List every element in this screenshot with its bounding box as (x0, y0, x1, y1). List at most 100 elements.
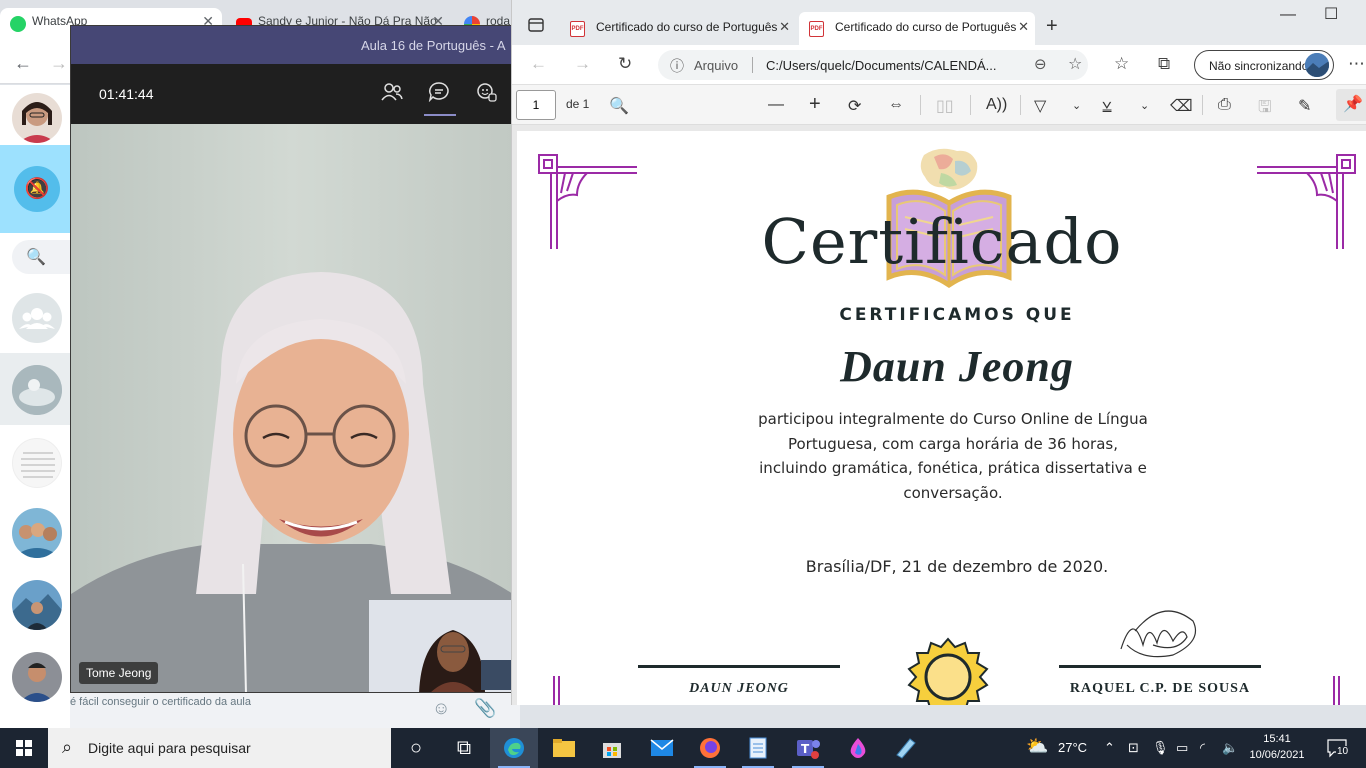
refresh-icon[interactable]: ↻ (618, 54, 632, 74)
zoom-in-icon[interactable]: + (809, 93, 821, 116)
back-arrow-icon[interactable]: ← (530, 54, 547, 74)
page-view-icon[interactable]: ▯▯ (936, 96, 954, 116)
system-clock[interactable]: 15:41 10/06/2021 (1246, 731, 1308, 763)
notifications-banner[interactable]: 🔕 (0, 145, 70, 233)
start-button[interactable] (0, 728, 48, 768)
edge-tab-label: Certificado do curso de Português (835, 20, 1017, 34)
active-tab-indicator (424, 114, 456, 116)
participants-icon[interactable] (381, 82, 403, 108)
pdf-file-icon: PDF (570, 21, 585, 37)
back-arrow-icon[interactable]: ← (14, 53, 32, 74)
chat-avatar[interactable] (12, 580, 62, 630)
notepad-icon[interactable] (734, 728, 782, 768)
highlight-options-chevron-icon[interactable]: ⌄ (1140, 99, 1149, 112)
edge-tab-certificate-2[interactable]: PDF Certificado do curso de Português ✕ (799, 12, 1035, 45)
draw-options-chevron-icon[interactable]: ⌄ (1072, 99, 1081, 112)
signature-image (1120, 610, 1197, 658)
zoom-out-icon[interactable]: — (768, 96, 784, 114)
erase-icon[interactable]: ⌫ (1170, 96, 1193, 116)
emoji-icon[interactable]: ☺ (432, 698, 450, 719)
toolbar-divider (1202, 95, 1203, 115)
highlight-icon[interactable]: ⩣ (1102, 96, 1112, 114)
search-bar[interactable]: 🔍 (12, 240, 70, 274)
chat-avatar[interactable] (12, 652, 62, 702)
chat-avatar[interactable] (12, 438, 62, 488)
draw-icon[interactable]: ▽ (1034, 96, 1046, 116)
teams-icon[interactable]: T (784, 728, 832, 768)
more-options-icon[interactable]: ⋯ (1348, 54, 1365, 74)
meeting-timer: 01:41:44 (99, 86, 154, 102)
find-icon[interactable]: 🔍 (609, 96, 629, 116)
favorites-icon[interactable]: ☆ (1114, 54, 1129, 74)
show-hidden-icons-chevron-icon[interactable]: ⌃ (1104, 740, 1115, 756)
chat-avatar[interactable] (12, 508, 62, 558)
zoom-icon[interactable]: ⊖ (1034, 55, 1047, 73)
forward-arrow-icon[interactable]: → (50, 53, 68, 74)
whatsapp-chat-list: 🔕 🔍 (0, 85, 70, 730)
address-divider (752, 57, 753, 73)
search-icon: 🔍 (26, 249, 46, 266)
edge-taskbar-icon[interactable] (490, 728, 538, 768)
meet-now-icon[interactable]: ⊡ (1128, 740, 1139, 756)
sync-label: Não sincronizando (1209, 59, 1309, 73)
profile-avatar[interactable] (12, 93, 62, 143)
signer-left: DAUN JEONG (689, 681, 789, 696)
paint-3d-icon[interactable] (834, 728, 882, 768)
close-tab-icon[interactable]: ✕ (1018, 19, 1029, 35)
toolbar-divider (920, 95, 921, 115)
save-icon[interactable]: 🖫 (1258, 96, 1272, 123)
clock-time: 15:41 (1263, 733, 1291, 745)
info-icon[interactable]: ⓘ (670, 56, 684, 76)
chat-avatar[interactable] (12, 365, 62, 415)
snipping-tool-icon[interactable] (882, 728, 930, 768)
taskbar-search-placeholder: Digite aqui para pesquisar (88, 740, 251, 756)
battery-icon[interactable]: ▭ (1176, 740, 1188, 756)
read-aloud-icon[interactable]: A)) (986, 96, 1007, 114)
close-tab-icon[interactable]: ✕ (779, 19, 790, 35)
pdf-page: Certificado CERTIFICAMOS QUE Daun Jeong … (517, 131, 1366, 705)
minimize-icon[interactable]: — (1280, 6, 1296, 24)
task-view-icon[interactable]: ⧉ (440, 728, 488, 768)
collections-icon[interactable]: ⧉ (1158, 54, 1170, 74)
microphone-icon[interactable]: 🎙 (1152, 740, 1169, 756)
microsoft-store-icon[interactable] (588, 728, 636, 768)
windows-taskbar: ⌕ Digite aqui para pesquisar ○ ⧉ T ⛅ 27°… (0, 728, 1366, 768)
weather-icon[interactable]: ⛅ (1026, 736, 1048, 757)
profile-sync-button[interactable]: Não sincronizando (1194, 50, 1334, 80)
page-number-input[interactable]: 1 (516, 90, 556, 120)
maximize-icon[interactable]: ☐ (1324, 4, 1338, 24)
pin-toolbar-icon[interactable]: 📌 (1336, 89, 1366, 121)
mail-icon[interactable] (638, 728, 686, 768)
chat-preview-strip: é fácil conseguir o certificado da aula (70, 692, 410, 730)
fit-page-icon[interactable]: ⇔ (888, 96, 904, 114)
temperature[interactable]: 27°C (1058, 740, 1087, 755)
url-field[interactable]: ⓘ Arquivo C:/Users/quelc/Documents/CALEN… (658, 50, 1088, 80)
cortana-icon[interactable]: ○ (392, 728, 440, 768)
taskbar-search-box[interactable]: ⌕ Digite aqui para pesquisar (48, 728, 391, 768)
teams-window-title: Aula 16 de Português - A (361, 38, 506, 53)
chat-icon[interactable] (428, 82, 450, 108)
wifi-icon[interactable]: ◜ (1200, 740, 1205, 756)
attach-icon[interactable]: 📎 (474, 698, 496, 719)
pdf-file-icon: PDF (809, 21, 824, 37)
new-tab-icon[interactable]: + (1046, 15, 1058, 38)
svg-text:T: T (801, 742, 810, 756)
profile-avatar (1305, 53, 1329, 77)
firefox-icon[interactable] (686, 728, 734, 768)
edge-tab-certificate-1[interactable]: PDF Certificado do curso de Português ✕ (560, 12, 796, 45)
notification-center-icon[interactable]: 10 (1326, 738, 1350, 758)
page-count: de 1 (566, 97, 590, 111)
file-explorer-icon[interactable] (540, 728, 588, 768)
reactions-icon[interactable] (476, 82, 498, 108)
tab-actions-icon[interactable] (528, 18, 544, 37)
add-favorite-icon[interactable]: ☆ (1068, 54, 1082, 74)
certificate-title: Certificado (761, 205, 1123, 278)
group-avatar[interactable] (12, 293, 62, 343)
print-icon[interactable]: ⎙ (1218, 96, 1231, 114)
teams-meeting-window: Aula 16 de Português - A 01:41:44 Tome J… (70, 25, 512, 693)
save-as-icon[interactable]: ✎ (1298, 96, 1311, 116)
forward-arrow-icon[interactable]: → (574, 54, 591, 74)
rotate-icon[interactable]: ⟳ (848, 96, 861, 116)
certificate-recipient: Daun Jeong (840, 342, 1074, 391)
volume-icon[interactable]: 🔈 (1222, 740, 1238, 756)
